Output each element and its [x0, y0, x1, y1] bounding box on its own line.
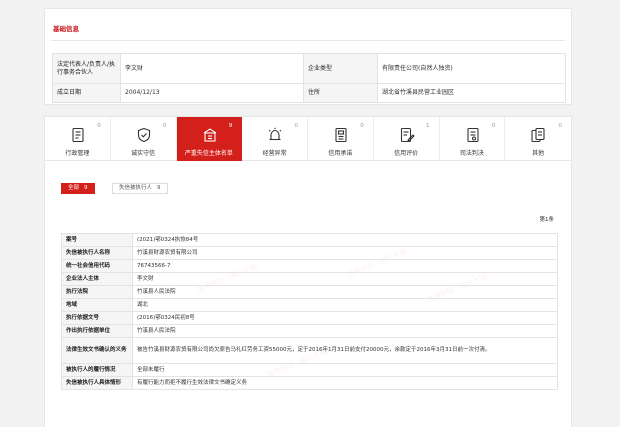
tab-label: 其他 — [532, 150, 545, 157]
record-label: 被执行人的履行情况 — [61, 363, 133, 377]
info-value: 湖北省竹溪县民营工业园区 — [377, 83, 566, 103]
tab-count: 0 — [558, 123, 563, 129]
tab-label: 司法判决 — [459, 150, 484, 157]
basic-info-table: 法定代表人/负责人/执行事务合伙人 李文财 企业类型 有限责任公司(自然人独资)… — [52, 53, 566, 103]
record-value: (2021)鄂0324执恢84号 — [132, 233, 558, 247]
filter-all-button[interactable]: 全部 9 — [61, 183, 95, 194]
evaluation-icon — [399, 127, 415, 143]
info-row: 法定代表人/负责人/执行事务合伙人 李文财 企业类型 有限责任公司(自然人独资) — [52, 53, 566, 84]
table-row: 统一社会信用代码 76743566-7 — [61, 259, 558, 273]
record-label: 执行法院 — [61, 285, 133, 299]
other-icon — [530, 127, 546, 143]
info-label: 企业类型 — [303, 53, 378, 84]
table-row: 地域 湖北 — [61, 298, 558, 312]
record-label: 执行依据文号 — [61, 311, 133, 325]
record-label: 失信被执行人名称 — [61, 246, 133, 260]
filter-label: 全部 — [68, 185, 80, 191]
table-row: 作出执行依据单位 竹溪县人民法院 — [61, 324, 558, 338]
tab-label: 诚实守信 — [131, 150, 156, 157]
section-divider — [51, 40, 565, 41]
record-label: 失信被执行人具体情形 — [61, 376, 133, 390]
info-value: 李文财 — [120, 53, 304, 84]
info-label: 成立日期 — [52, 83, 121, 103]
tab-label: 行政管理 — [65, 150, 90, 157]
table-row: 失信被执行人具体情形 有履行能力而拒不履行生效法律文书确定义务 — [61, 376, 558, 390]
record-value: 竹溪县财源农贸有限公司 — [132, 246, 558, 260]
building-icon — [202, 127, 218, 143]
category-tabs: 0 行政管理 0 诚实守信 9 严重失信主体名单 0 经营异常 0 信用承诺 1… — [45, 117, 571, 161]
tab-count: 0 — [163, 123, 167, 129]
record-value: 竹溪县人民法院 — [132, 324, 558, 338]
info-label: 法定代表人/负责人/执行事务合伙人 — [52, 53, 121, 84]
info-label: 住所 — [303, 83, 378, 103]
record-index: 第1条 — [539, 217, 555, 223]
document-icon — [70, 127, 86, 143]
tab-count: 9 — [228, 123, 233, 129]
tab-count: 0 — [491, 123, 496, 129]
tab-label: 信用承诺 — [328, 150, 353, 157]
record-label: 案号 — [61, 233, 133, 247]
table-row: 被执行人的履行情况 全部未履行 — [61, 363, 558, 377]
tab-administrative[interactable]: 0 行政管理 — [45, 117, 111, 161]
commitment-doc-icon — [333, 127, 349, 143]
record-label: 作出执行依据单位 — [61, 324, 133, 338]
shield-check-icon — [136, 127, 152, 143]
tab-other[interactable]: 0 其他 — [505, 117, 571, 161]
record-value: (2016)鄂0324民初8号 — [132, 311, 558, 325]
record-value: 李文财 — [132, 272, 558, 286]
tab-credit-evaluation[interactable]: 1 信用评价 — [374, 117, 440, 161]
tab-credit-commitment[interactable]: 0 信用承诺 — [308, 117, 374, 161]
record-value: 湖北 — [132, 298, 558, 312]
section-title: 基础信息 — [53, 25, 79, 33]
filter-count: 9 — [84, 185, 88, 191]
tab-label: 严重失信主体名单 — [184, 150, 233, 157]
record-value: 有履行能力而拒不履行生效法律文书确定义务 — [132, 376, 558, 390]
record-value: 被告竹溪县财源农贸有限公司尚欠原告马礼红劳务工资55000元，定于2016年1月… — [132, 337, 558, 364]
tab-count: 1 — [426, 123, 430, 129]
table-row: 法律生效文书确认的义务 被告竹溪县财源农贸有限公司尚欠原告马礼红劳务工资55000… — [61, 337, 558, 364]
tab-business-anomaly[interactable]: 0 经营异常 — [242, 117, 308, 161]
record-label: 统一社会信用代码 — [61, 259, 133, 273]
table-row: 企业法人主体 李文财 — [61, 272, 558, 286]
record-table: 案号 (2021)鄂0324执恢84号 失信被执行人名称 竹溪县财源农贸有限公司 统… — [61, 233, 558, 390]
judgment-doc-icon — [465, 127, 481, 143]
tab-judicial-judgment[interactable]: 0 司法判决 — [440, 117, 506, 161]
record-value: 全部未履行 — [132, 363, 558, 377]
info-value: 2004/12/13 — [120, 83, 304, 103]
tab-count: 0 — [97, 123, 101, 129]
table-row: 失信被执行人名称 竹溪县财源农贸有限公司 — [61, 246, 558, 260]
tab-count: 0 — [294, 123, 299, 129]
record-label: 企业法人主体 — [61, 272, 133, 286]
filter-count: 9 — [157, 185, 161, 191]
basic-info-panel: 基础信息 法定代表人/负责人/执行事务合伙人 李文财 企业类型 有限责任公司(自… — [44, 8, 572, 105]
table-row: 执行法院 竹溪县人民法院 — [61, 285, 558, 299]
table-row: 案号 (2021)鄂0324执恢84号 — [61, 233, 558, 247]
info-value: 有限责任公司(自然人独资) — [377, 53, 566, 84]
credit-detail-panel: 信用中国（湖北十堰） 信用中国（湖北十堰） 信用中国（湖北十堰） 信用中国（湖北… — [44, 116, 572, 427]
record-label: 法律生效文书确认的义务 — [61, 337, 133, 364]
filter-label: 失信被执行人 — [119, 185, 153, 191]
tab-label: 经营异常 — [262, 150, 287, 157]
table-row: 执行依据文号 (2016)鄂0324民初8号 — [61, 311, 558, 325]
filter-dishonest-executee-button[interactable]: 失信被执行人 9 — [112, 183, 168, 194]
alarm-icon — [267, 127, 283, 143]
tab-integrity[interactable]: 0 诚实守信 — [111, 117, 177, 161]
record-label: 地域 — [61, 298, 133, 312]
record-value: 竹溪县人民法院 — [132, 285, 558, 299]
tab-serious-dishonesty-list[interactable]: 9 严重失信主体名单 — [176, 117, 243, 161]
tab-count: 0 — [360, 123, 364, 129]
record-value: 76743566-7 — [132, 259, 558, 273]
tab-label: 信用评价 — [394, 150, 419, 157]
info-row: 成立日期 2004/12/13 住所 湖北省竹溪县民营工业园区 — [52, 83, 566, 103]
